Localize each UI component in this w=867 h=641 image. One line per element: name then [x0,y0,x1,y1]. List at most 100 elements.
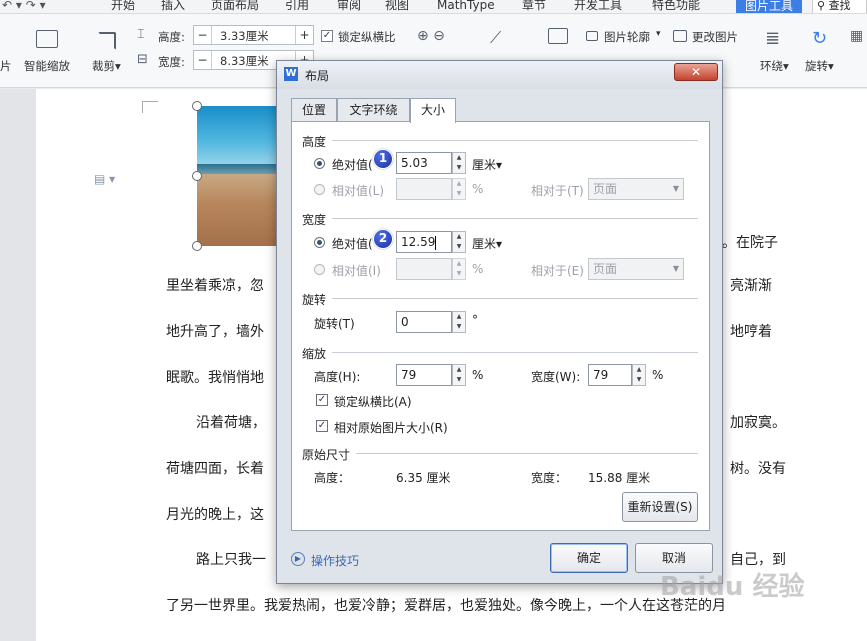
doc-line-4-left: 沿着荷塘， [196,415,266,431]
width-absolute-input[interactable]: 12.59 [396,231,452,253]
relative-original-label: 相对原始图片大小(R) [334,421,448,435]
height-relative-input[interactable] [396,178,452,200]
tab-home[interactable]: 开始 [111,0,135,13]
height-relative-to-select[interactable]: 页面 ▼ [588,178,684,200]
height-absolute-stepper[interactable]: ▲ ▼ [452,152,466,174]
wrap-button[interactable]: ≣ 环绕▾ [757,22,795,82]
picture-outline-button[interactable]: 图片轮廓 [604,29,650,45]
dialog-close-button[interactable]: ✕ [674,63,718,81]
ribbon-width-value[interactable]: 8.33厘米 [220,53,269,69]
resize-handle-middle-left[interactable] [192,171,202,181]
tab-position[interactable]: 位置 [291,98,337,122]
degree-symbol: ° [472,313,478,327]
picture-icon[interactable] [548,28,568,44]
width-absolute-radio[interactable] [314,237,325,248]
tab-page-layout[interactable]: 页面布局 [211,0,259,13]
rotate-stepper[interactable]: ▲ ▼ [452,311,466,333]
scale-width-input[interactable]: 79 [588,364,632,386]
rotate-section-line [332,298,698,299]
tab-view[interactable]: 视图 [385,0,409,13]
undo-icon[interactable]: ↶ ▾ ↷ ▾ [2,0,46,13]
doc-line-2-right: 地哼着 [730,324,772,340]
tab-size[interactable]: 大小 [410,98,456,123]
align-icon[interactable]: ▦ [850,28,863,44]
ok-button[interactable]: 确定 [550,543,628,573]
reset-button[interactable]: 重新设置(S) [622,492,698,522]
lock-aspect-ratio-label: 锁定纵横比(A) [334,395,412,409]
scale-width-label: 宽度(W): [531,370,581,384]
dialog-titlebar[interactable]: W 布局 ✕ [277,61,722,89]
search-icon: ⚲ [817,0,826,12]
height-absolute-input[interactable]: 5.03 [396,152,452,174]
relative-original-checkbox[interactable]: ✓ [316,420,328,432]
lock-aspect-ratio-checkbox[interactable]: ✓ [316,394,328,406]
height-relative-radio[interactable] [314,184,325,195]
wrap-icon: ≣ [765,28,781,49]
lock-ratio-label: 锁定纵横比 [338,30,396,44]
add-icon[interactable]: ⊕ ⊖ [417,28,445,44]
scale-section-line [332,352,698,353]
rotate-button[interactable]: ↻ 旋转▾ [802,22,840,82]
tips-link[interactable]: 操作技巧 [311,552,359,569]
outline-dropdown-icon[interactable]: ▾ [656,29,661,39]
change-picture-button[interactable]: 更改图片 [692,29,738,45]
tab-picture-tools[interactable]: 图片工具 [736,0,802,13]
height-relative-stepper[interactable]: ▲ ▼ [452,178,466,200]
margin-mark-vertical [142,101,143,113]
crop-button[interactable]: 裁剪▾ [92,22,130,82]
width-unit-dropdown[interactable]: 厘米▾ [472,235,502,252]
width-decrease-button[interactable]: − [194,51,212,69]
rotate-input[interactable]: 0 [396,311,452,333]
play-tips-icon[interactable]: ▶ [291,552,305,566]
height-relative-to-label: 相对于(T) [531,184,584,198]
doc-line-8: 了另一世界里。我爱热闹，也爱冷静；爱群居，也爱独处。像今晚上，一个人在这苍茫的月 [166,598,726,614]
height-section-title: 高度 [302,133,331,150]
height-decrease-button[interactable]: − [194,26,212,44]
tab-text-wrapping[interactable]: 文字环绕 [337,98,410,122]
rotate-icon: ↻ [812,28,828,49]
scale-height-stepper[interactable]: ▲ ▼ [452,364,466,386]
width-absolute-stepper[interactable]: ▲ ▼ [452,231,466,253]
crop-icon [98,32,116,50]
doc-line-2-left: 地升高了，墙外 [166,324,264,340]
resize-handle-top-left[interactable] [192,101,202,111]
tab-developer[interactable]: 开发工具 [574,0,622,13]
width-relative-input[interactable] [396,258,452,280]
dialog-title: 布局 [305,69,330,83]
tab-insert[interactable]: 插入 [161,0,185,13]
size-tab-panel: 高度 绝对值( 5.03 ▲ ▼ 厘米▾ 相对值(L) ▲ ▼ % 相对于(T) 页… [291,121,710,531]
lock-ratio-checkbox[interactable]: ✓ [321,30,333,42]
ribbon-height-value[interactable]: 3.33厘米 [220,28,269,44]
tab-chapter[interactable]: 章节 [522,0,546,13]
tab-references[interactable]: 引用 [285,0,309,13]
doc-line-1-left: 里坐着乘凉，忽 [166,278,264,294]
width-absolute-label: 绝对值( [332,237,373,251]
width-relative-radio[interactable] [314,264,325,275]
width-relative-to-select[interactable]: 页面 ▼ [588,258,684,280]
doc-line-4-right: 加寂寞。 [730,415,786,431]
resize-handle-bottom-left[interactable] [192,241,202,251]
height-increase-button[interactable]: + [295,26,313,44]
height-absolute-radio[interactable] [314,158,325,169]
tab-special-features[interactable]: 特色功能 [652,0,700,13]
width-relative-stepper[interactable]: ▲ ▼ [452,258,466,280]
height-unit-dropdown[interactable]: 厘米▾ [472,156,502,173]
wrap-label: 环绕▾ [760,59,789,73]
tab-mathtype[interactable]: MathType [437,0,495,13]
scale-width-stepper[interactable]: ▲ ▼ [632,364,646,386]
smart-zoom-button[interactable]: 智能缩放 [24,22,74,82]
doc-line-5-right: 树。没有 [730,461,786,477]
tab-review[interactable]: 审阅 [337,0,361,13]
ribbon-height-spinner[interactable]: − 3.33厘米 + [193,25,314,45]
original-width-label: 宽度： [531,471,568,485]
scale-height-percent: % [472,368,484,382]
scale-section-title: 缩放 [302,345,331,362]
width-relative-to-label: 相对于(E) [531,264,584,278]
scale-height-input[interactable]: 79 [396,364,452,386]
ribbon-tab-bar: ↶ ▾ ↷ ▾ 开始 插入 页面布局 引用 审阅 视图 MathType 章节 … [0,0,867,14]
paragraph-style-icon[interactable]: ▤ ▾ [94,172,115,186]
ribbon-height-label: 高度: [158,30,185,44]
doc-line-1-right: 亮渐渐 [730,278,772,294]
magic-wand-icon[interactable]: ⟋ [490,28,501,48]
search-box[interactable]: ⚲ 查找 [812,0,867,13]
